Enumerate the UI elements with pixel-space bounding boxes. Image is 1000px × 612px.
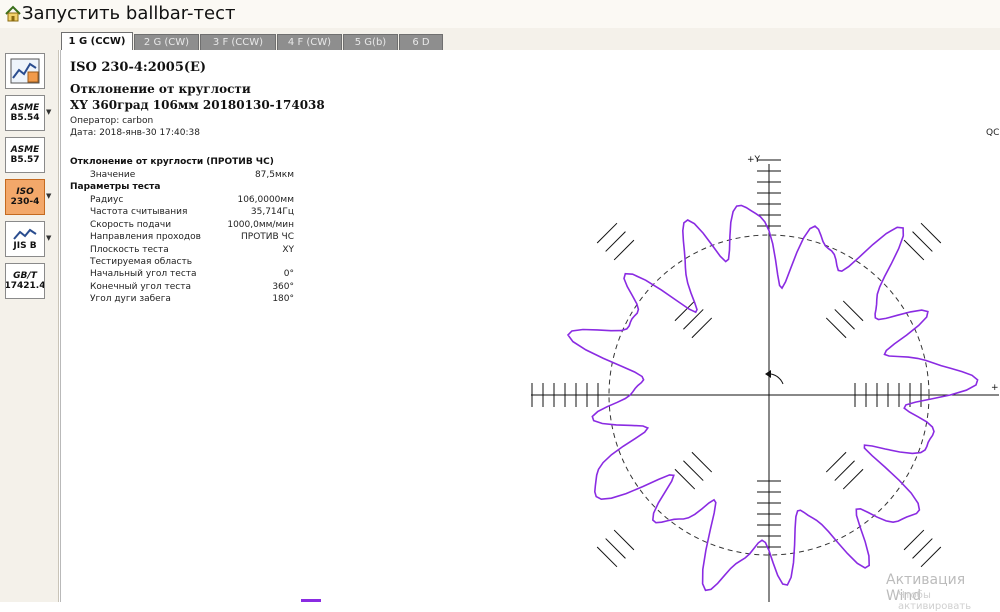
hatch-mark (903, 529, 925, 551)
param-value: 106,0000мм (237, 195, 294, 205)
param-label: Радиус (90, 195, 124, 205)
report-heading: Отклонение от круглости (70, 82, 251, 96)
hatch-mark (834, 309, 855, 330)
sidebar-item-sublabel: 17421.4 (5, 281, 45, 291)
sidebar-item-report[interactable] (5, 53, 45, 89)
title-bar: Запустить ballbar-тест (0, 0, 1000, 29)
tab-2-g-cw[interactable]: 2 G (CW) (134, 34, 199, 50)
param-value: ПРОТИВ ЧС (241, 232, 294, 243)
sidebar-item-sublabel: 230-4 (10, 197, 40, 207)
sidebar-item-label: ASME (10, 145, 40, 155)
sidebar-item-label: ASME (10, 103, 40, 113)
param-value: 35,714Гц (250, 207, 294, 218)
hatch-mark (605, 538, 626, 559)
sidebar-item-gbt-174214[interactable]: GB/T 17421.4 (5, 263, 45, 299)
home-icon[interactable] (4, 5, 22, 23)
tab-4-f-cw[interactable]: 4 F (CW) (277, 34, 342, 50)
hatch-mark (825, 317, 847, 339)
hatch-mark (920, 222, 942, 244)
report-chart-icon (10, 58, 40, 84)
hatch-mark (903, 239, 925, 261)
measurement-trace (566, 204, 979, 592)
sidebar-item-iso-2304[interactable]: ISO 230-4 (5, 179, 45, 215)
hatch-mark (842, 468, 864, 490)
date-label: Дата: 2018-янв-30 17:40:38 (70, 128, 200, 138)
sidebar-item-label: ISO (16, 187, 34, 197)
direction-arrow (770, 373, 784, 385)
hatch-mark (912, 538, 933, 559)
sidebar-item-label: GB/T (13, 271, 37, 281)
qc-tag: QC (986, 128, 1000, 138)
hatch-mark (613, 239, 635, 261)
param-value: 0° (283, 269, 294, 280)
chevron-down-icon[interactable]: ▼ (46, 234, 51, 242)
report-subheading: XY 360град 106мм 20180130-174038 (70, 98, 325, 112)
report-panel: ISO 230-4:2005(E) Отклонение от круглост… (60, 50, 1000, 602)
hatch-mark (596, 222, 618, 244)
tab-3-f-ccw[interactable]: 3 F (CCW) (200, 34, 276, 50)
value-reading: 87,5мкм (254, 170, 294, 180)
param-value: 360° (272, 281, 294, 292)
hatch-mark (596, 546, 618, 568)
hatch-mark (691, 317, 713, 339)
param-label: Частота считывания (90, 207, 188, 218)
tab-1-g-ccw[interactable]: 1 G (CCW) (61, 32, 133, 51)
hatch-mark (920, 546, 942, 568)
direction-arrowhead (765, 370, 771, 378)
axis-ticks (531, 159, 922, 548)
section-roundness: Отклонение от круглости (ПРОТИВ ЧС) (70, 157, 274, 167)
param-value: 1000,0мм/мин (227, 219, 294, 230)
tab-bar: 1 G (CCW) 2 G (CW) 3 F (CCW) 4 F (CW) 5 … (58, 28, 1000, 51)
sidebar-item-asme-b554[interactable]: ASME B5.54 (5, 95, 45, 131)
hatch-mark (613, 529, 635, 551)
param-label: Угол дуги забега (90, 294, 171, 305)
hatch-mark (842, 300, 864, 322)
sidebar-item-jis-b[interactable]: JIS B (5, 221, 45, 257)
activation-watermark-sub: Чтобы активировать (898, 590, 972, 612)
sidebar-item-sublabel: B5.57 (10, 155, 40, 165)
x-axis-label: + (991, 383, 999, 393)
chevron-down-icon[interactable]: ▼ (46, 108, 51, 116)
report-standard: ISO 230-4:2005(E) (70, 60, 207, 75)
hatch-mark (674, 468, 696, 490)
section-test-params: Параметры теста (70, 182, 161, 192)
param-label: Скорость подачи (90, 219, 172, 230)
sidebar-item-label: JIS B (13, 241, 37, 251)
sidebar-item-asme-b557[interactable]: ASME B5.57 (5, 137, 45, 173)
chart-icon (13, 228, 37, 240)
param-value: 180° (272, 294, 294, 305)
y-axis-label: +Y (747, 155, 761, 165)
param-label: Плоскость теста (90, 244, 169, 255)
hatch-mark (683, 309, 704, 330)
tab-6-d[interactable]: 6 D (399, 34, 443, 50)
chevron-down-icon[interactable]: ▼ (46, 192, 51, 200)
hatch-mark (683, 460, 704, 481)
sidebar: ASME B5.54 ▼ ASME B5.57 ISO 230-4 ▼ JIS … (0, 28, 59, 602)
polar-plot: +Y + (531, 155, 999, 602)
param-value: XY (282, 244, 294, 255)
window-title: Запустить ballbar-тест (22, 3, 236, 24)
param-label: Тестируемая область (90, 257, 193, 267)
hatch-mark (834, 460, 855, 481)
sidebar-item-sublabel: B5.54 (10, 113, 40, 123)
value-label: Значение (90, 170, 136, 180)
hatch-mark (825, 451, 847, 473)
tab-5-gb[interactable]: 5 G(b) (343, 34, 398, 50)
operator-label: Оператор: carbon (70, 116, 154, 126)
hatch-mark (912, 231, 933, 252)
hatch-mark (691, 451, 713, 473)
hatch-mark (605, 231, 626, 252)
